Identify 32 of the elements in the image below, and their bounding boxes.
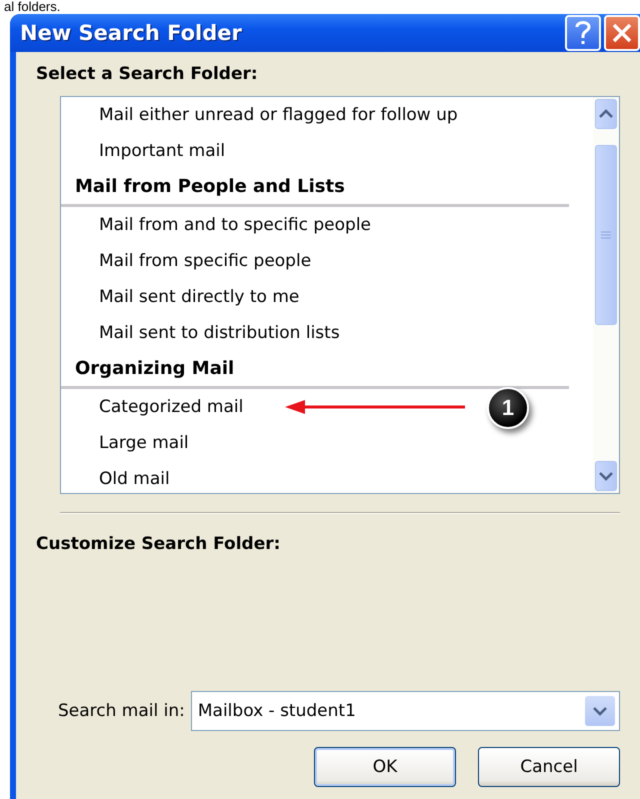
scroll-thumb[interactable] (595, 145, 617, 325)
list-item[interactable]: Categorized mail (99, 397, 244, 417)
question-mark-icon (574, 20, 592, 46)
close-button[interactable] (604, 15, 640, 51)
chevron-down-icon (598, 471, 614, 481)
help-button[interactable] (565, 15, 601, 51)
list-item[interactable]: Mail from specific people (99, 251, 312, 271)
scrollbar[interactable] (593, 97, 619, 493)
field-label: Search mail in: (58, 701, 185, 721)
list-item[interactable]: Mail sent to distribution lists (99, 323, 340, 343)
list-item[interactable]: Old mail (99, 469, 170, 489)
group-header: Organizing Mail (75, 358, 234, 379)
chevron-down-icon (592, 706, 608, 716)
scroll-up-button[interactable] (595, 99, 617, 129)
chevron-up-icon (598, 109, 614, 119)
grip-icon (601, 230, 611, 240)
list-item[interactable]: Mail sent directly to me (99, 287, 300, 307)
scroll-down-button[interactable] (595, 461, 617, 491)
callout-number: 1 (487, 387, 529, 429)
list-item[interactable]: Large mail (99, 433, 189, 453)
list-item[interactable]: Important mail (99, 141, 226, 161)
list-item[interactable]: Mail either unread or flagged for follow up (99, 105, 458, 125)
dialog-button[interactable]: Cancel (478, 747, 620, 787)
mailbox-dropdown[interactable]: Mailbox - student1 (190, 691, 620, 731)
dialog-button[interactable]: OK (314, 747, 456, 787)
section-heading: Select a Search Folder: (36, 64, 259, 84)
window-title: New Search Folder (20, 21, 242, 45)
group-header: Mail from People and Lists (75, 176, 345, 197)
close-icon (611, 22, 633, 44)
list-item[interactable]: Mail from and to specific people (99, 215, 372, 235)
section-heading: Customize Search Folder: (36, 534, 282, 554)
caption-text: al folders. (3, 0, 62, 14)
